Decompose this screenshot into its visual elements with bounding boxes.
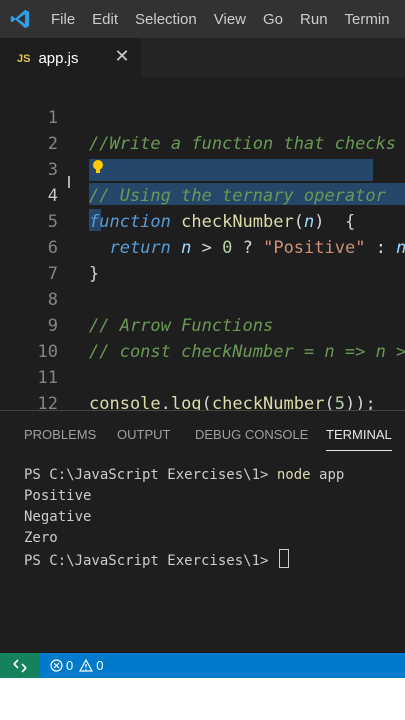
- vscode-window: File Edit Selection View Go Run Termin J…: [0, 0, 405, 678]
- tab-problems[interactable]: PROBLEMS: [24, 427, 96, 442]
- problems-status[interactable]: 0 0: [50, 658, 103, 673]
- menu-file[interactable]: File: [51, 11, 75, 28]
- code-line: 12 console.log(checkNumber(-5));: [0, 365, 405, 410]
- terminal-output[interactable]: PS C:\JavaScript Exercises\1> node app Po…: [24, 465, 405, 572]
- terminal-line: Negative: [24, 509, 92, 525]
- code-line: 13 console.log(checkNumber(0));: [0, 391, 405, 410]
- terminal-prompt-line: PS C:\JavaScript Exercises\1>: [24, 549, 405, 572]
- code-line: 3 // Using the ternary operator: [0, 131, 405, 206]
- code-line: 5 return n > 0 ? "Positive" : n < 0 ? "N…: [0, 183, 405, 258]
- bottom-panel: PROBLEMS OUTPUT DEBUG CONSOLE TERMINAL P…: [0, 410, 405, 654]
- tab-app-js[interactable]: JS app.js ✕: [0, 38, 142, 78]
- tab-terminal[interactable]: TERMINAL: [326, 427, 392, 451]
- menu-edit[interactable]: Edit: [92, 11, 118, 28]
- javascript-file-icon: JS: [17, 52, 31, 65]
- menu-run[interactable]: Run: [300, 11, 328, 28]
- code-line: 11 console.log(checkNumber(5));: [0, 339, 405, 410]
- warning-count: 0: [96, 658, 104, 673]
- warning-icon: [79, 659, 94, 672]
- status-bar: 0 0: [0, 653, 405, 678]
- remote-icon: [13, 658, 27, 673]
- code-editor[interactable]: 1 //Write a function that checks if a nu…: [0, 77, 405, 410]
- menu-selection[interactable]: Selection: [135, 11, 197, 28]
- close-icon[interactable]: ✕: [112, 47, 132, 67]
- menu-terminal[interactable]: Termin: [345, 11, 390, 28]
- code-line: 10: [0, 313, 405, 362]
- tab-output[interactable]: OUTPUT: [117, 427, 170, 442]
- lightbulb-icon[interactable]: [91, 159, 105, 175]
- terminal-line: PS C:\JavaScript Exercises\1> node app: [24, 467, 345, 483]
- code-line: 2: [0, 105, 405, 154]
- terminal-line: Positive: [24, 488, 92, 504]
- panel-tabs: PROBLEMS OUTPUT DEBUG CONSOLE TERMINAL: [0, 411, 405, 457]
- tab-debug-console[interactable]: DEBUG CONSOLE: [195, 427, 308, 442]
- code-line: 8 // Arrow Functions: [0, 261, 405, 336]
- error-count: 0: [66, 658, 74, 673]
- remote-button[interactable]: [0, 653, 40, 678]
- tab-label: app.js: [38, 50, 79, 67]
- code-line: 7: [0, 235, 405, 284]
- mouse-cursor-icon: [68, 176, 70, 188]
- menu-view[interactable]: View: [214, 11, 246, 28]
- menu-go[interactable]: Go: [263, 11, 283, 28]
- editor-tab-bar: JS app.js ✕: [0, 38, 405, 78]
- code-line: 4 function checkNumber(n) {: [0, 157, 405, 232]
- terminal-line: Zero: [24, 530, 58, 546]
- vscode-logo-icon: [10, 9, 30, 29]
- code-line: 6 }: [0, 209, 405, 284]
- error-icon: [50, 659, 63, 672]
- code-line: 9 // const checkNumber = n => n > 0 ? "P…: [0, 287, 405, 362]
- code-line: 1 //Write a function that checks if a nu…: [0, 79, 405, 154]
- menu-bar: File Edit Selection View Go Run Termin: [0, 0, 405, 38]
- terminal-cursor: [278, 549, 289, 568]
